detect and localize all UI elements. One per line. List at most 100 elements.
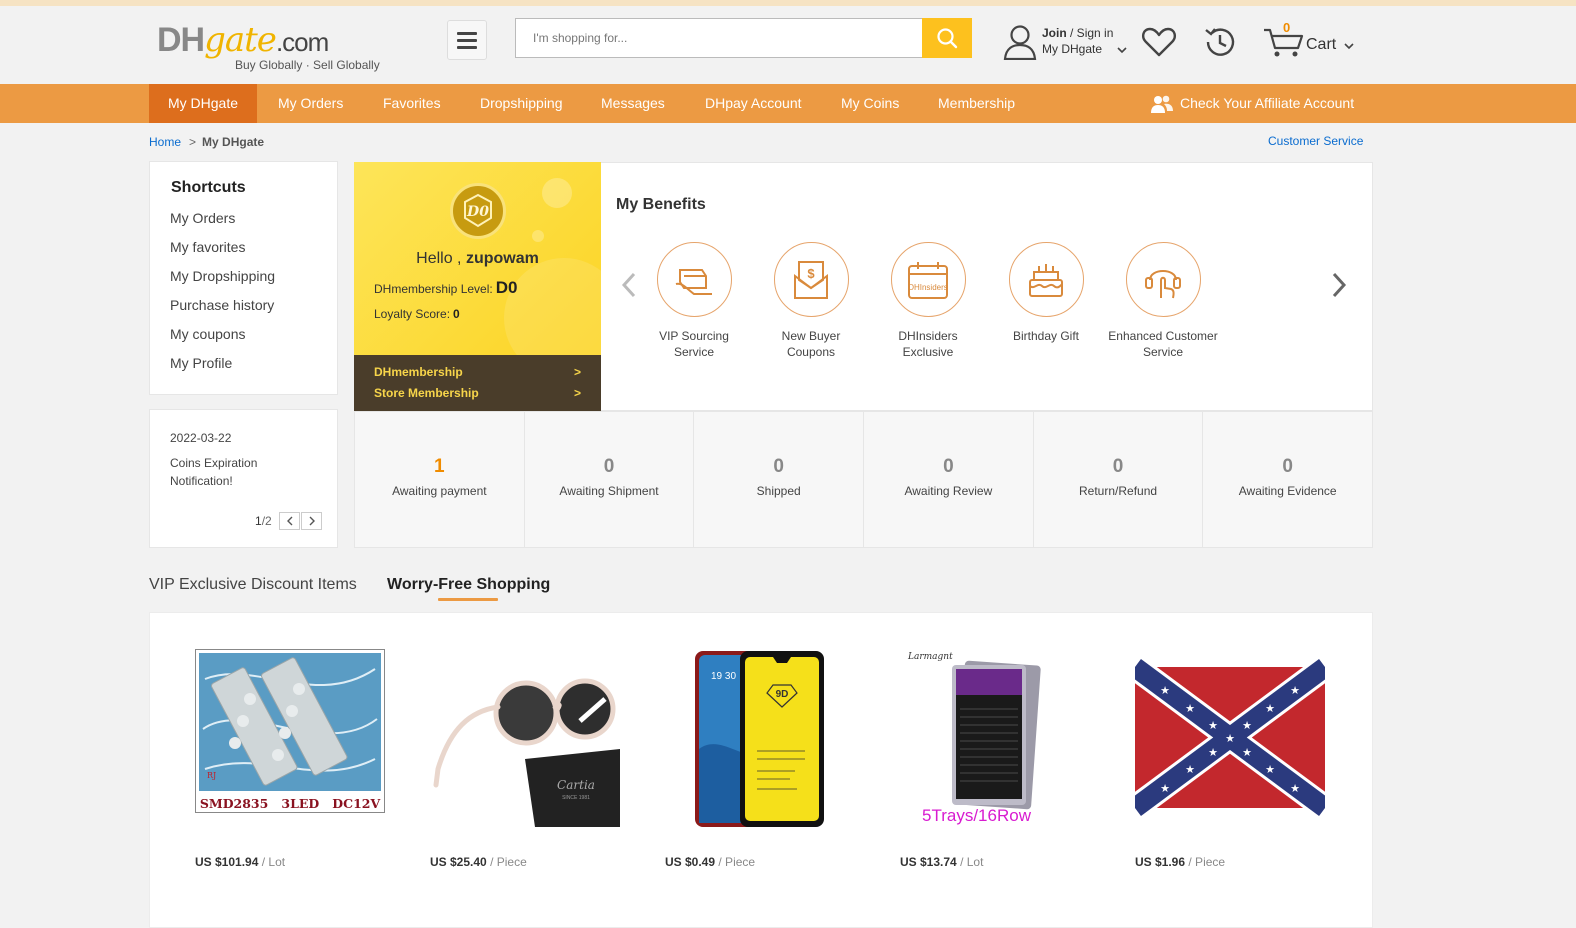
search-button[interactable] — [922, 18, 972, 58]
nav-membership[interactable]: Membership — [938, 84, 1015, 123]
status-count: 1 — [434, 456, 445, 477]
product-price: US $25.40 / Piece — [430, 855, 527, 869]
shortcut-my-orders[interactable]: My Orders — [170, 210, 235, 226]
search-icon — [937, 28, 958, 49]
search-input[interactable] — [515, 18, 923, 58]
svg-text:Cartia: Cartia — [557, 778, 595, 792]
prev-page-button[interactable] — [279, 512, 300, 530]
nav-my-dhgate[interactable]: My DHgate — [149, 84, 258, 123]
nav-my-orders[interactable]: My Orders — [278, 84, 343, 123]
member-level: DHmembership Level: D0 — [374, 278, 518, 297]
benefit-label: Birthday Gift — [1012, 329, 1080, 343]
breadcrumb-current: My DHgate — [202, 135, 265, 149]
affiliate-link[interactable]: Check Your Affiliate Account — [1150, 84, 1354, 123]
benefit-new-buyer-coupons[interactable]: $ New Buyer Coupons — [756, 242, 866, 360]
benefits-panel: My Benefits VIP Sourcing Service $ New B… — [601, 162, 1373, 411]
svg-text:★: ★ — [1265, 763, 1275, 776]
coupon-icon: $ — [773, 242, 849, 317]
status-awaiting-evidence[interactable]: 0 Awaiting Evidence — [1203, 412, 1372, 547]
product-image-screen-protector: 19 30 9D — [665, 649, 855, 829]
benefits-title: My Benefits — [616, 196, 706, 213]
chevron-left-icon — [286, 516, 292, 526]
shortcut-my-favorites[interactable]: My favorites — [170, 239, 245, 255]
nav-favorites[interactable]: Favorites — [383, 84, 441, 123]
search-bar — [515, 18, 972, 58]
chevron-down-icon — [1344, 43, 1354, 50]
shortcut-purchase-history[interactable]: Purchase history — [170, 297, 274, 313]
shortcuts-title: Shortcuts — [171, 179, 246, 196]
svg-text:★: ★ — [1290, 782, 1300, 795]
shortcut-my-coupons[interactable]: My coupons — [170, 326, 245, 342]
product-card[interactable]: RJ SMD2835 3LED DC12V US $101.94 / Lot — [195, 649, 387, 869]
shortcut-my-dropshipping[interactable]: My Dropshipping — [170, 268, 275, 284]
status-awaiting-shipment[interactable]: 0 Awaiting Shipment — [525, 412, 695, 547]
join-link[interactable]: Join — [1042, 26, 1067, 40]
users-icon — [1151, 95, 1173, 113]
benefit-birthday-gift[interactable]: Birthday Gift — [991, 242, 1101, 344]
benefits-next-arrow-icon[interactable] — [1331, 271, 1347, 299]
benefits-prev-arrow-icon[interactable] — [621, 271, 637, 299]
svg-text:★: ★ — [1160, 684, 1170, 697]
benefit-vip-sourcing[interactable]: VIP Sourcing Service — [639, 242, 749, 360]
tab-vip-exclusive[interactable]: VIP Exclusive Discount Items — [149, 576, 357, 594]
vip-sourcing-icon — [656, 242, 732, 317]
product-card[interactable]: Cartia SINCE 1981 US $25.40 / Piece — [430, 649, 622, 869]
benefit-enhanced-customer-service[interactable]: Enhanced Customer Service — [1108, 242, 1218, 360]
svg-text:SMD2835 3LED DC12V: SMD2835 3LED DC12V — [200, 796, 381, 811]
benefit-dhinsiders-exclusive[interactable]: DHInsiders DHInsiders Exclusive — [873, 242, 983, 360]
product-card[interactable]: ★ ★ ★ ★ ★ ★ ★ ★ ★ ★ ★ ★ ★ US $1.96 / Piece — [1135, 649, 1327, 869]
customer-service-link[interactable]: Customer Service — [1268, 134, 1363, 148]
product-card[interactable]: 19 30 9D US $0.49 / Piece — [665, 649, 857, 869]
svg-text:★: ★ — [1208, 746, 1218, 759]
nav-messages[interactable]: Messages — [601, 84, 665, 123]
my-dhgate-label: My DHgate — [1042, 42, 1103, 56]
nav-dhpay-account[interactable]: DHpay Account — [705, 84, 802, 123]
svg-text:★: ★ — [1185, 702, 1195, 715]
decor-bubble — [542, 178, 572, 208]
cart-button[interactable]: 0 Cart — [1263, 20, 1363, 64]
status-return-refund[interactable]: 0 Return/Refund — [1034, 412, 1204, 547]
product-card[interactable]: Larmagnt 5Trays/16Row US $13.74 / Lot — [900, 649, 1092, 869]
next-page-button[interactable] — [301, 512, 322, 530]
tab-worry-free-shopping[interactable]: Worry-Free Shopping — [387, 576, 550, 594]
status-awaiting-review[interactable]: 0 Awaiting Review — [864, 412, 1034, 547]
status-awaiting-payment[interactable]: 1 Awaiting payment — [355, 412, 525, 547]
notification-message[interactable]: Coins Expiration Notification! — [170, 454, 320, 490]
svg-text:Larmagnt: Larmagnt — [907, 652, 953, 662]
status-shipped[interactable]: 0 Shipped — [694, 412, 865, 547]
nav-my-coins[interactable]: My Coins — [841, 84, 899, 123]
active-tab-indicator — [438, 598, 498, 601]
cart-count: 0 — [1283, 20, 1291, 35]
product-price: US $1.96 / Piece — [1135, 855, 1226, 869]
affiliate-label: Check Your Affiliate Account — [1180, 95, 1355, 111]
member-greeting: Hello , zupowam — [416, 250, 539, 267]
svg-text:$: $ — [807, 266, 815, 281]
breadcrumb-separator: > — [189, 135, 197, 149]
status-label: Awaiting Shipment — [559, 484, 659, 498]
dhmembership-link[interactable]: DHmembership > — [374, 365, 581, 379]
store-membership-link[interactable]: Store Membership > — [374, 386, 581, 400]
breadcrumb-home[interactable]: Home — [149, 135, 181, 149]
loyalty-score-value: 0 — [453, 307, 460, 321]
favorites-heart-icon[interactable] — [1141, 24, 1177, 60]
benefit-label: VIP Sourcing Service — [659, 329, 729, 359]
shortcuts-panel: Shortcuts My Orders My favorites My Drop… — [149, 161, 338, 395]
logo-wordmark: DHgate.com — [157, 20, 329, 60]
product-price: US $13.74 / Lot — [900, 855, 984, 869]
history-icon[interactable] — [1202, 24, 1238, 60]
dhgate-logo[interactable]: DHgate.com Buy Globally · Sell Globally — [157, 20, 380, 72]
signin-link[interactable]: / Sign in — [1070, 26, 1113, 40]
svg-text:RJ: RJ — [207, 771, 216, 780]
account-menu[interactable]: Join / Sign in My DHgate — [1003, 24, 1133, 64]
status-count: 0 — [603, 456, 615, 477]
nav-dropshipping[interactable]: Dropshipping — [480, 84, 563, 123]
membership-links: DHmembership > Store Membership > — [354, 355, 601, 411]
user-icon — [1003, 25, 1037, 60]
svg-text:9D: 9D — [776, 689, 789, 700]
svg-text:D0: D0 — [466, 204, 489, 220]
member-username: zupowam — [465, 250, 539, 267]
svg-text:★: ★ — [1265, 702, 1275, 715]
menu-icon[interactable] — [447, 20, 487, 60]
shortcut-my-profile[interactable]: My Profile — [170, 355, 232, 371]
notification-pager: 1/2 — [255, 514, 272, 528]
